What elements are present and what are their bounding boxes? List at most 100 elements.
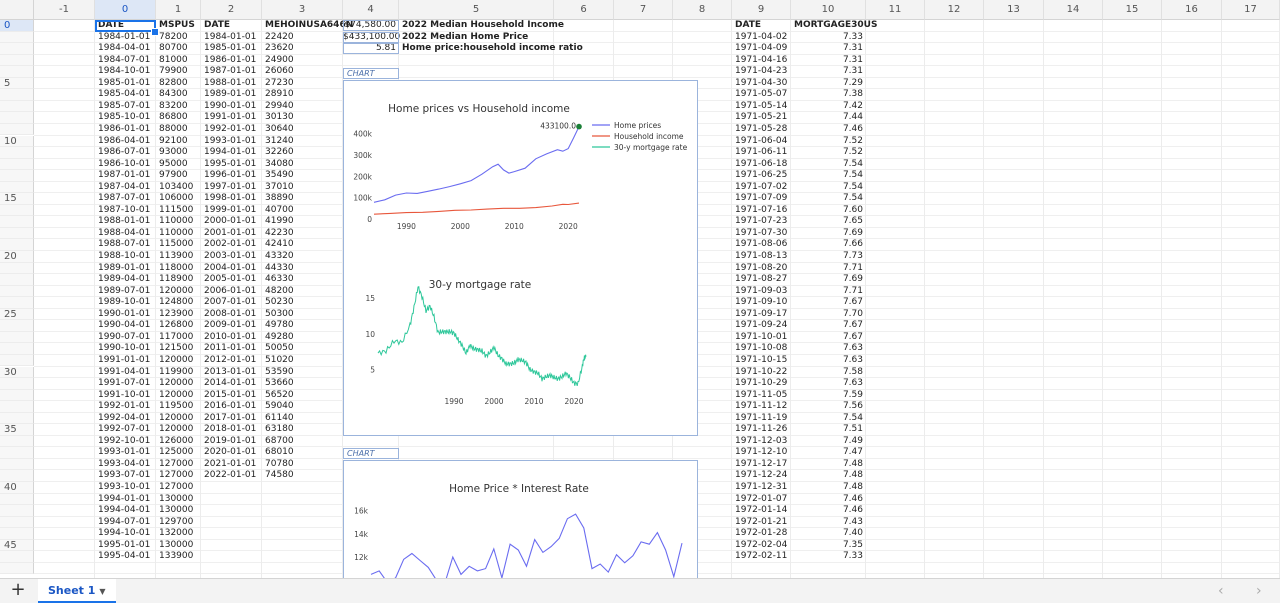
date-cell[interactable]: 2004-01-01: [201, 263, 262, 275]
chart-tag-2[interactable]: CHART: [343, 448, 399, 459]
value-cell[interactable]: 120000: [156, 390, 201, 402]
value-cell[interactable]: 56520: [262, 390, 343, 402]
column-header[interactable]: 7: [614, 0, 673, 20]
value-cell[interactable]: 37010: [262, 182, 343, 194]
value-cell[interactable]: 7.40: [791, 528, 866, 540]
date-cell[interactable]: 1989-04-01: [95, 274, 156, 286]
value-cell[interactable]: 7.52: [791, 136, 866, 148]
date-cell[interactable]: 1971-04-02: [732, 32, 791, 44]
value-cell[interactable]: 119500: [156, 401, 201, 413]
value-cell[interactable]: 44330: [262, 263, 343, 275]
date-cell[interactable]: 2003-01-01: [201, 251, 262, 263]
date-cell[interactable]: 1971-09-03: [732, 286, 791, 298]
date-cell[interactable]: 1971-05-28: [732, 124, 791, 136]
date-cell[interactable]: 2002-01-01: [201, 239, 262, 251]
value-cell[interactable]: 93000: [156, 147, 201, 159]
chart-1[interactable]: Home prices vs Household income 0 100k 200k…: [343, 80, 698, 436]
value-cell[interactable]: 68010: [262, 447, 343, 459]
value-cell[interactable]: 7.38: [791, 89, 866, 101]
date-cell[interactable]: 1991-04-01: [95, 367, 156, 379]
date-cell[interactable]: 1971-07-09: [732, 193, 791, 205]
value-cell[interactable]: 120000: [156, 424, 201, 436]
date-cell[interactable]: 1987-10-01: [95, 205, 156, 217]
date-cell[interactable]: 1989-10-01: [95, 297, 156, 309]
date-cell[interactable]: 1972-01-14: [732, 505, 791, 517]
select-all-corner[interactable]: [0, 0, 34, 20]
date-cell[interactable]: 1971-10-01: [732, 332, 791, 344]
value-cell[interactable]: 82800: [156, 78, 201, 90]
date-cell[interactable]: 1971-09-17: [732, 309, 791, 321]
date-cell[interactable]: 1971-05-14: [732, 101, 791, 113]
value-cell[interactable]: 88000: [156, 124, 201, 136]
value-cell[interactable]: 7.46: [791, 494, 866, 506]
value-cell[interactable]: 103400: [156, 182, 201, 194]
date-cell[interactable]: 1991-07-01: [95, 378, 156, 390]
value-cell[interactable]: 32260: [262, 147, 343, 159]
column-header[interactable]: 9: [732, 0, 791, 20]
column-header[interactable]: 0: [95, 0, 156, 20]
value-cell[interactable]: 115000: [156, 239, 201, 251]
value-cell[interactable]: 7.35: [791, 540, 866, 552]
value-cell[interactable]: 35490: [262, 170, 343, 182]
value-cell[interactable]: 48200: [262, 286, 343, 298]
row-header[interactable]: [0, 158, 34, 171]
date-cell[interactable]: 1988-04-01: [95, 228, 156, 240]
date-cell[interactable]: 1995-04-01: [95, 551, 156, 563]
date-cell[interactable]: 1986-07-01: [95, 147, 156, 159]
value-cell[interactable]: 7.47: [791, 447, 866, 459]
row-header[interactable]: [0, 54, 34, 67]
date-cell[interactable]: 1971-07-16: [732, 205, 791, 217]
row-header[interactable]: [0, 285, 34, 298]
value-cell[interactable]: 7.31: [791, 55, 866, 67]
value-cell[interactable]: 26060: [262, 66, 343, 78]
add-sheet-button[interactable]: +: [6, 581, 30, 601]
row-header[interactable]: 45: [0, 539, 34, 552]
value-cell[interactable]: 118900: [156, 274, 201, 286]
date-cell[interactable]: 1984-04-01: [95, 43, 156, 55]
value-cell[interactable]: 7.46: [791, 124, 866, 136]
date-cell[interactable]: 1996-01-01: [201, 170, 262, 182]
date-cell[interactable]: 1989-07-01: [95, 286, 156, 298]
date-cell[interactable]: 1991-10-01: [95, 390, 156, 402]
column-header[interactable]: 14: [1044, 0, 1103, 20]
value-cell[interactable]: 117000: [156, 332, 201, 344]
value-cell[interactable]: 7.66: [791, 239, 866, 251]
date-cell[interactable]: 1986-04-01: [95, 136, 156, 148]
date-cell[interactable]: 1971-06-25: [732, 170, 791, 182]
selected-cell[interactable]: [95, 20, 156, 32]
value-cell[interactable]: 7.56: [791, 401, 866, 413]
date-cell[interactable]: 1971-08-06: [732, 239, 791, 251]
value-cell[interactable]: 7.52: [791, 147, 866, 159]
value-cell[interactable]: 38890: [262, 193, 343, 205]
date-cell[interactable]: 1988-01-01: [201, 78, 262, 90]
value-cell[interactable]: 70780: [262, 459, 343, 471]
date-cell[interactable]: 1971-04-16: [732, 55, 791, 67]
row-header[interactable]: [0, 66, 34, 78]
date-cell[interactable]: 1972-01-28: [732, 528, 791, 540]
row-header[interactable]: [0, 505, 34, 517]
date-cell[interactable]: 1988-10-01: [95, 251, 156, 263]
value-cell[interactable]: 124800: [156, 297, 201, 309]
value-cell[interactable]: 7.43: [791, 517, 866, 529]
row-header[interactable]: [0, 239, 34, 251]
date-cell[interactable]: 1971-08-20: [732, 263, 791, 275]
value-cell[interactable]: 127000: [156, 482, 201, 494]
value-cell[interactable]: 46330: [262, 274, 343, 286]
date-cell[interactable]: 2000-01-01: [201, 216, 262, 228]
value-cell[interactable]: 132000: [156, 528, 201, 540]
date-cell[interactable]: 2011-01-01: [201, 343, 262, 355]
value-cell[interactable]: 7.65: [791, 216, 866, 228]
date-cell[interactable]: 1991-01-01: [95, 355, 156, 367]
value-cell[interactable]: 50050: [262, 343, 343, 355]
date-cell[interactable]: 2001-01-01: [201, 228, 262, 240]
date-cell[interactable]: 2017-01-01: [201, 413, 262, 425]
date-cell[interactable]: 1971-11-12: [732, 401, 791, 413]
date-cell[interactable]: 2008-01-01: [201, 309, 262, 321]
summary-label[interactable]: 2022 Median Home Price: [399, 32, 614, 44]
value-cell[interactable]: 78200: [156, 32, 201, 44]
date-cell[interactable]: 1971-04-30: [732, 78, 791, 90]
value-cell[interactable]: 7.49: [791, 436, 866, 448]
value-cell[interactable]: 120000: [156, 286, 201, 298]
value-cell[interactable]: 121500: [156, 343, 201, 355]
date-cell[interactable]: 1985-07-01: [95, 101, 156, 113]
